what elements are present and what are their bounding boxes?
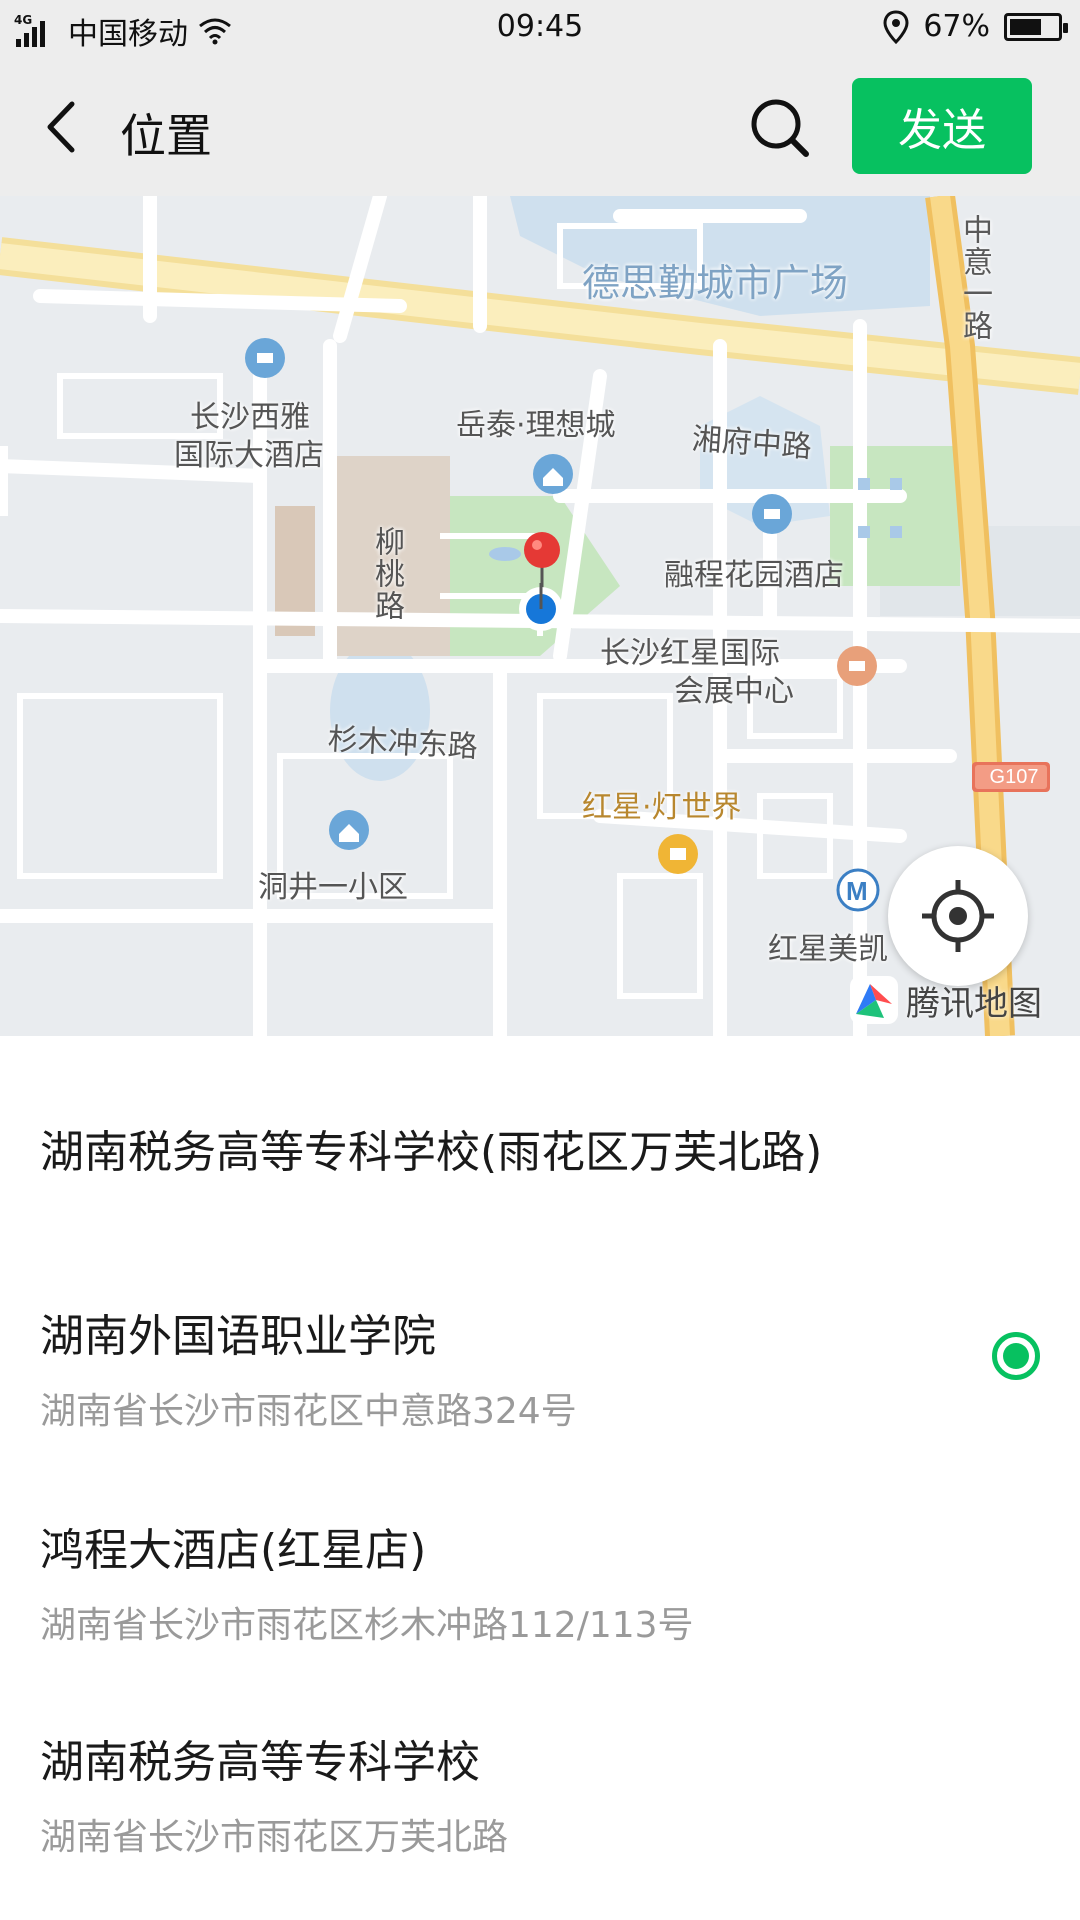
selected-check-icon [992, 1332, 1040, 1380]
page-title: 位置 [120, 109, 212, 163]
battery-icon [1004, 12, 1068, 41]
back-button[interactable] [30, 92, 100, 162]
list-item[interactable]: 湖南税务高等专科学校 湖南省长沙市雨花区万芙北路 [0, 1726, 1080, 1860]
navigation-bar: 位置 发送 [0, 58, 1080, 196]
map-watermark: 腾讯地图 [848, 974, 1042, 1026]
list-item[interactable]: 鸿程大酒店(红星店) 湖南省长沙市雨花区杉木冲路112/113号 [0, 1514, 1080, 1648]
map-label-shanmu: 杉木冲东路 [327, 722, 479, 765]
list-item-address: 湖南省长沙市雨花区杉木冲路112/113号 [40, 1605, 694, 1646]
search-button[interactable] [740, 88, 820, 168]
location-picker-screen: 4G 中国移动 09:45 67% 位置 发送 M 德思勤城市广场 中意一路 长… [0, 0, 1080, 1920]
map-label-liutao: 柳桃路 [369, 526, 404, 622]
battery-percent: 67% [923, 9, 990, 44]
crosshair-icon [922, 880, 994, 952]
status-bar: 4G 中国移动 09:45 67% [0, 0, 1080, 58]
tencent-maps-logo-icon [850, 976, 898, 1024]
svg-text:M: M [846, 876, 868, 906]
chevron-left-icon [47, 101, 75, 153]
map-label-rongcheng: 融程花园酒店 [664, 558, 844, 593]
list-item-title: 湖南税务高等专科学校 [40, 1737, 480, 1788]
map-label-hongxingmei: 红星美凯 [768, 932, 888, 967]
map-label-desi: 德思勤城市广场 [582, 261, 849, 305]
map-label-yuetai: 岳泰·理想城 [456, 408, 616, 443]
location-list: 湖南税务高等专科学校(雨花区万芙北路) 湖南外国语职业学院 湖南省长沙市雨花区中… [0, 1036, 1080, 1920]
map-label-zhongyi: 中意一路 [957, 214, 992, 342]
list-item[interactable]: 湖南外国语职业学院 湖南省长沙市雨花区中意路324号 [0, 1300, 1080, 1434]
locate-me-button[interactable] [888, 846, 1028, 986]
list-item-address: 湖南省长沙市雨花区万芙北路 [40, 1817, 509, 1858]
list-item-title: 湖南税务高等专科学校(雨花区万芙北路) [40, 1127, 823, 1178]
map-label-xiya2: 国际大酒店 [174, 438, 324, 473]
list-item-address: 湖南省长沙市雨花区中意路324号 [40, 1391, 577, 1432]
location-status-icon [883, 9, 909, 44]
search-icon [751, 99, 809, 157]
send-button-label: 发送 [898, 105, 986, 156]
watermark-text: 腾讯地图 [906, 983, 1042, 1024]
map-label-dongjing: 洞井一小区 [258, 870, 408, 905]
road-shield-g107: G107 [989, 766, 1039, 788]
list-item[interactable]: 湖南税务高等专科学校(雨花区万芙北路) [0, 1116, 1080, 1180]
clock: 09:45 [496, 9, 584, 44]
list-item-title: 湖南外国语职业学院 [40, 1311, 436, 1362]
map-view[interactable]: M 德思勤城市广场 中意一路 长沙西雅 国际大酒店 岳泰·理想城 湘府中路 柳桃… [0, 196, 1080, 1036]
list-item-title: 鸿程大酒店(红星店) [40, 1525, 427, 1576]
current-position-icon [519, 583, 563, 631]
map-label-dengshijie: 红星·灯世界 [582, 790, 742, 825]
map-label-hongxing2: 会展中心 [674, 674, 794, 709]
send-button[interactable]: 发送 [852, 78, 1032, 174]
map-label-xiangfu: 湘府中路 [690, 421, 813, 466]
